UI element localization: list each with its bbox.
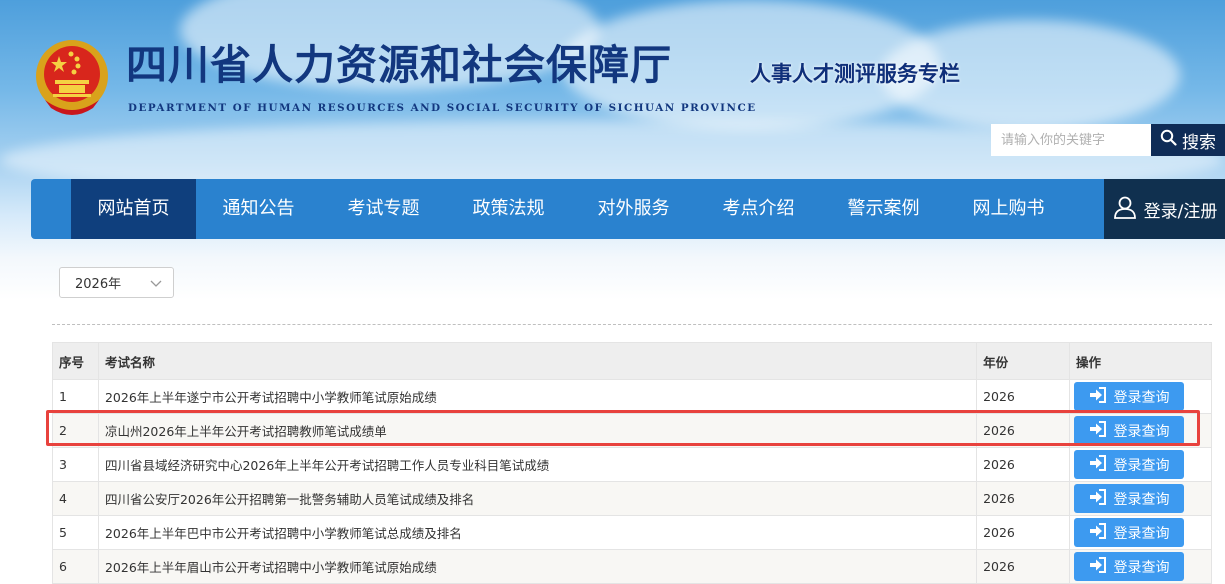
- login-register-button[interactable]: 登录/注册: [1104, 179, 1225, 239]
- nav-item-bookstore[interactable]: 网上购书: [946, 179, 1071, 239]
- row-year: 2026: [976, 515, 1070, 550]
- column-header-year: 年份: [976, 342, 1070, 380]
- table-row: 5 2026年上半年巴中市公开考试招聘中小学教师笔试总成绩及排名 2026 登录…: [52, 515, 1212, 550]
- search-button[interactable]: 搜索: [1151, 124, 1225, 156]
- row-index: 1: [52, 379, 99, 414]
- row-year: 2026: [976, 549, 1070, 584]
- row-exam-name: 凉山州2026年上半年公开考试招聘教师笔试成绩单: [97, 413, 978, 448]
- row-index: 6: [52, 549, 99, 584]
- nav-item-venues[interactable]: 考点介绍: [696, 179, 821, 239]
- row-index: 3: [52, 447, 99, 482]
- row-action-cell: 登录查询: [1069, 447, 1212, 482]
- sign-in-icon: [1089, 386, 1107, 407]
- login-query-button[interactable]: 登录查询: [1074, 518, 1184, 547]
- year-select[interactable]: 2026年: [59, 267, 174, 298]
- row-action-cell: 登录查询: [1069, 413, 1212, 448]
- divider: [52, 324, 1212, 325]
- row-exam-name: 四川省公安厅2026年公开招聘第一批警务辅助人员笔试成绩及排名: [97, 481, 978, 516]
- row-action-cell: 登录查询: [1069, 379, 1212, 414]
- column-header-action: 操作: [1069, 342, 1212, 380]
- row-index: 5: [52, 515, 99, 550]
- table-row: 4 四川省公安厅2026年公开招聘第一批警务辅助人员笔试成绩及排名 2026 登…: [52, 481, 1212, 516]
- column-header-name: 考试名称: [97, 342, 978, 380]
- nav-item-notices[interactable]: 通知公告: [196, 179, 321, 239]
- login-query-button[interactable]: 登录查询: [1074, 416, 1184, 445]
- nav-item-policies[interactable]: 政策法规: [446, 179, 571, 239]
- sign-in-icon: [1089, 420, 1107, 441]
- national-emblem-icon: [33, 38, 111, 118]
- login-query-button[interactable]: 登录查询: [1074, 382, 1184, 411]
- row-exam-name: 2026年上半年眉山市公开考试招聘中小学教师笔试原始成绩: [97, 549, 978, 584]
- login-query-label: 登录查询: [1113, 559, 1170, 576]
- row-action-cell: 登录查询: [1069, 549, 1212, 584]
- row-action-cell: 登录查询: [1069, 515, 1212, 550]
- login-query-label: 登录查询: [1113, 389, 1170, 406]
- sign-in-icon: [1089, 522, 1107, 543]
- nav-item-exams[interactable]: 考试专题: [321, 179, 446, 239]
- column-title: 人事人才测评服务专栏: [750, 62, 960, 86]
- login-query-label: 登录查询: [1113, 423, 1170, 440]
- search-button-label: 搜索: [1182, 132, 1216, 153]
- column-header-index: 序号: [52, 342, 99, 380]
- row-index: 2: [52, 413, 99, 448]
- sign-in-icon: [1089, 556, 1107, 577]
- row-exam-name: 四川省县域经济研究中心2026年上半年公开考试招聘工作人员专业科目笔试成绩: [97, 447, 978, 482]
- row-year: 2026: [976, 481, 1070, 516]
- row-year: 2026: [976, 447, 1070, 482]
- table-row: 3 四川省县域经济研究中心2026年上半年公开考试招聘工作人员专业科目笔试成绩 …: [52, 447, 1212, 482]
- site-title: 四川省人力资源和社会保障厅: [126, 41, 672, 89]
- table-header-row: 序号 考试名称 年份 操作: [52, 342, 1212, 380]
- row-exam-name: 2026年上半年遂宁市公开考试招聘中小学教师笔试原始成绩: [97, 379, 978, 414]
- table-row: 6 2026年上半年眉山市公开考试招聘中小学教师笔试原始成绩 2026 登录查询: [52, 549, 1212, 584]
- table-row: 2 凉山州2026年上半年公开考试招聘教师笔试成绩单 2026 登录查询: [52, 413, 1212, 448]
- row-action-cell: 登录查询: [1069, 481, 1212, 516]
- login-query-button[interactable]: 登录查询: [1074, 450, 1184, 479]
- nav-item-warning-cases[interactable]: 警示案例: [821, 179, 946, 239]
- nav-item-services[interactable]: 对外服务: [571, 179, 696, 239]
- login-query-button[interactable]: 登录查询: [1074, 552, 1184, 581]
- search-input[interactable]: [991, 124, 1151, 156]
- row-year: 2026: [976, 379, 1070, 414]
- user-icon: [1112, 194, 1138, 225]
- sign-in-icon: [1089, 488, 1107, 509]
- login-query-label: 登录查询: [1113, 457, 1170, 474]
- main-nav: 网站首页 通知公告 考试专题 政策法规 对外服务 考点介绍 警示案例 网上购书 …: [31, 179, 1225, 239]
- sign-in-icon: [1089, 454, 1107, 475]
- login-query-button[interactable]: 登录查询: [1074, 484, 1184, 513]
- login-register-label: 登录/注册: [1143, 201, 1218, 222]
- results-table: 序号 考试名称 年份 操作 1 2026年上半年遂宁市公开考试招聘中小学教师笔试…: [52, 342, 1212, 584]
- login-query-label: 登录查询: [1113, 491, 1170, 508]
- row-exam-name: 2026年上半年巴中市公开考试招聘中小学教师笔试总成绩及排名: [97, 515, 978, 550]
- chevron-down-icon: [150, 277, 162, 292]
- row-index: 4: [52, 481, 99, 516]
- table-row: 1 2026年上半年遂宁市公开考试招聘中小学教师笔试原始成绩 2026 登录查询: [52, 379, 1212, 414]
- row-year: 2026: [976, 413, 1070, 448]
- nav-item-home[interactable]: 网站首页: [71, 179, 196, 239]
- login-query-label: 登录查询: [1113, 525, 1170, 542]
- search-icon: [1160, 129, 1177, 151]
- year-select-value: 2026年: [75, 277, 122, 292]
- site-subtitle: DEPARTMENT OF HUMAN RESOURCES AND SOCIAL…: [128, 102, 757, 114]
